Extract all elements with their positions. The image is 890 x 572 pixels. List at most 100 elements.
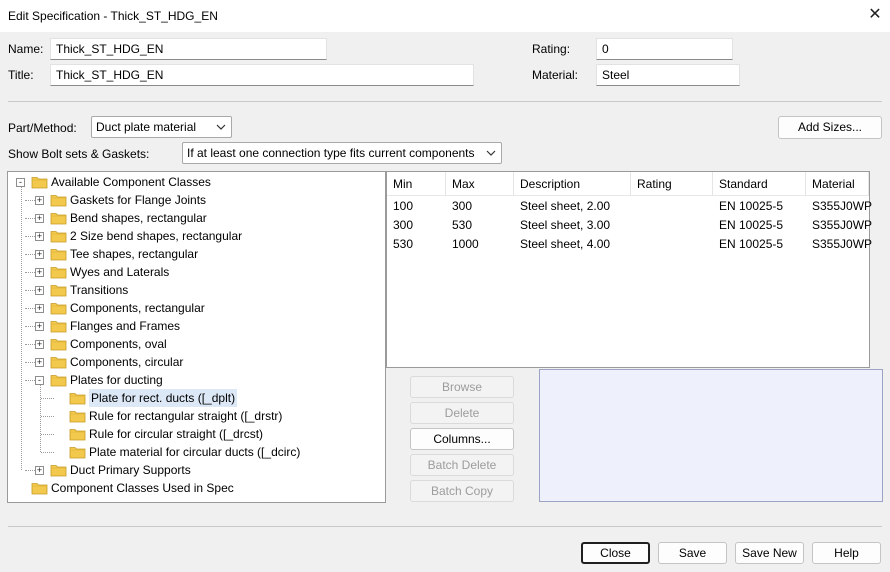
collapse-icon[interactable]: - — [35, 376, 44, 385]
expand-icon[interactable]: + — [35, 304, 44, 313]
tree-child-item[interactable]: Plate material for circular ducts ([_dci… — [8, 443, 378, 461]
part-method-dropdown[interactable]: Duct plate material — [91, 116, 232, 138]
close-button[interactable]: Close — [581, 542, 650, 564]
tree-item[interactable]: + Bend shapes, rectangular — [8, 209, 378, 227]
folder-icon — [50, 281, 67, 297]
column-header[interactable]: Standard — [713, 172, 806, 196]
expand-icon[interactable]: + — [35, 250, 44, 259]
folder-icon — [50, 245, 67, 261]
collapse-icon[interactable]: - — [16, 178, 25, 187]
tree-item[interactable]: + Tee shapes, rectangular — [8, 245, 378, 263]
tree-item[interactable]: + Components, rectangular — [8, 299, 378, 317]
column-header[interactable]: Material — [806, 172, 869, 196]
title-field[interactable]: Thick_ST_HDG_EN — [50, 64, 474, 86]
tree-item-label: Bend shapes, rectangular — [70, 211, 207, 225]
rating-label: Rating: — [532, 42, 571, 56]
tree-item-label: Components, circular — [70, 355, 184, 369]
column-header[interactable]: Min — [387, 172, 446, 196]
preview-panel — [539, 369, 883, 502]
expand-icon[interactable]: + — [35, 358, 44, 367]
expand-icon[interactable]: + — [35, 196, 44, 205]
tree-item[interactable]: + Gaskets for Flange Joints — [8, 191, 378, 209]
tree-item[interactable]: + Transitions — [8, 281, 378, 299]
table-cell — [631, 197, 713, 216]
table-cell: 100 — [393, 199, 414, 213]
expand-icon[interactable]: + — [35, 322, 44, 331]
bolt-sets-dropdown[interactable]: If at least one connection type fits cur… — [182, 142, 502, 164]
bolt-sets-value: If at least one connection type fits cur… — [187, 146, 475, 160]
expand-icon[interactable]: + — [35, 214, 44, 223]
tree-item-label: Components, rectangular — [70, 301, 205, 315]
columns-button[interactable]: Columns... — [410, 428, 514, 450]
tree-item-label: Components, oval — [70, 337, 167, 351]
column-header[interactable]: Description — [514, 172, 631, 196]
tree-child-item[interactable]: Rule for rectangular straight ([_drstr) — [8, 407, 378, 425]
save-button[interactable]: Save — [658, 542, 727, 564]
tree-item[interactable]: + Duct Primary Supports — [8, 461, 378, 479]
tree-item[interactable]: - Plates for ducting — [8, 371, 378, 389]
add-sizes-button[interactable]: Add Sizes... — [778, 116, 882, 139]
close-icon[interactable]: ✕ — [866, 6, 884, 24]
folder-icon — [50, 317, 67, 333]
chevron-down-icon — [216, 124, 226, 130]
help-button[interactable]: Help — [812, 542, 881, 564]
tree-child-item[interactable]: Rule for circular straight ([_drcst) — [8, 425, 378, 443]
sizes-table[interactable]: Min Max Description Rating Standard Material … — [386, 171, 873, 368]
table-cell — [631, 216, 713, 235]
tree-root-used[interactable]: Component Classes Used in Spec — [8, 479, 378, 497]
table-cell: EN 10025-5 — [719, 237, 784, 251]
browse-button[interactable]: Browse — [410, 376, 514, 398]
folder-icon — [50, 335, 67, 351]
expand-icon[interactable]: + — [35, 340, 44, 349]
folder-icon — [69, 443, 86, 459]
tree-item[interactable]: + Flanges and Frames — [8, 317, 378, 335]
tree-item-label: Plate material for circular ducts ([_dci… — [89, 445, 301, 459]
material-field[interactable]: Steel — [596, 64, 740, 86]
table-cell: S355J0WP — [812, 199, 873, 213]
folder-icon — [50, 371, 67, 387]
tree-item[interactable]: +2 Size bend shapes, rectangular — [8, 227, 378, 245]
batch-delete-button[interactable]: Batch Delete — [410, 454, 514, 476]
table-row[interactable]: 100 300 Steel sheet, 2.00 EN 10025-5 S355J0W… — [387, 197, 873, 216]
table-cell — [631, 235, 713, 254]
component-class-tree[interactable]: - Available Component Classes + Gaskets for… — [7, 171, 386, 503]
table-row[interactable]: 300 530 Steel sheet, 3.00 EN 10025-5 S355J0W… — [387, 216, 872, 235]
tree-root-available[interactable]: - Available Component Classes — [8, 173, 378, 191]
batch-copy-button[interactable]: Batch Copy — [410, 480, 514, 502]
expand-icon[interactable]: + — [35, 286, 44, 295]
part-method-value: Duct plate material — [96, 120, 197, 134]
rating-field[interactable]: 0 — [596, 38, 733, 60]
separator — [8, 101, 882, 102]
tree-item[interactable]: + Components, oval — [8, 335, 378, 353]
tree-child-item[interactable]: Plate for rect. ducts ([_dplt) — [8, 389, 378, 407]
tree-item-label: Gaskets for Flange Joints — [70, 193, 207, 207]
tree-item[interactable]: + Components, circular — [8, 353, 378, 371]
folder-icon — [50, 191, 67, 207]
table-cell: 300 — [393, 218, 414, 232]
column-header[interactable]: Max — [446, 172, 514, 196]
table-cell: 530 — [393, 237, 414, 251]
table-cell: EN 10025-5 — [719, 199, 784, 213]
table-cell: S355J0WP — [812, 237, 873, 251]
table-row[interactable]: 530 1000 Steel sheet, 4.00 EN 10025-5 S355J0… — [387, 235, 873, 254]
name-field[interactable]: Thick_ST_HDG_EN — [50, 38, 327, 60]
folder-icon — [69, 389, 86, 405]
folder-icon — [69, 407, 86, 423]
expand-icon[interactable]: + — [35, 232, 44, 241]
folder-icon — [50, 353, 67, 369]
bolt-sets-label: Show Bolt sets & Gaskets: — [8, 147, 150, 161]
tree-item-label: Transitions — [70, 283, 129, 297]
expand-icon[interactable]: + — [35, 466, 44, 475]
delete-button[interactable]: Delete — [410, 402, 514, 424]
folder-icon — [50, 209, 67, 225]
expand-icon[interactable]: + — [35, 268, 44, 277]
tree-item-label: Plates for ducting — [70, 373, 163, 387]
table-cell: Steel sheet, 4.00 — [520, 237, 611, 251]
column-header[interactable]: Rating — [631, 172, 713, 196]
tree-item[interactable]: + Wyes and Laterals — [8, 263, 378, 281]
tree-item-label: Flanges and Frames — [70, 319, 181, 333]
name-label: Name: — [8, 42, 44, 56]
tree-item-label: Plate for rect. ducts ([_dplt) — [89, 389, 238, 407]
save-new-button[interactable]: Save New — [735, 542, 804, 564]
title-label: Title: — [8, 68, 34, 82]
